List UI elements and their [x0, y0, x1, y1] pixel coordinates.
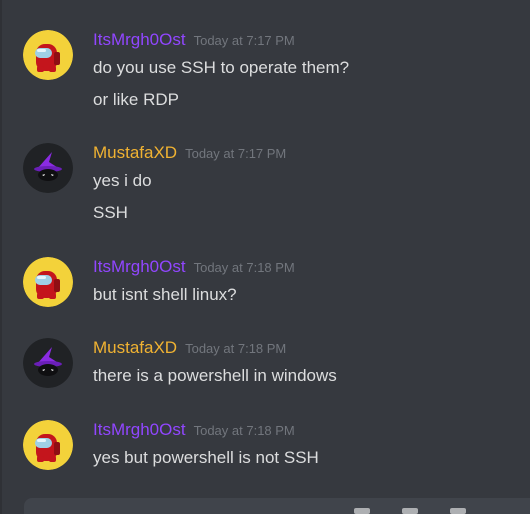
message-group: ItsMrgh0Ost Today at 7:17 PM do you use S…: [0, 28, 530, 118]
message-group: MustafaXD Today at 7:18 PM there is a pow…: [0, 336, 530, 392]
purple-wizard-hat-icon: [23, 143, 73, 193]
username[interactable]: ItsMrgh0Ost: [93, 420, 186, 439]
message-text: yes i do: [93, 171, 152, 190]
avatar[interactable]: [23, 420, 73, 470]
message-group: ItsMrgh0Ost Today at 7:18 PM but isnt she…: [0, 255, 530, 311]
message-header: ItsMrgh0Ost Today at 7:18 PM: [93, 418, 295, 442]
message-header: MustafaXD Today at 7:17 PM: [93, 141, 286, 165]
timestamp: Today at 7:18 PM: [193, 423, 295, 438]
username[interactable]: ItsMrgh0Ost: [93, 257, 186, 276]
message-text: do you use SSH to operate them?: [93, 58, 350, 77]
message-header: ItsMrgh0Ost Today at 7:18 PM: [93, 255, 295, 279]
username[interactable]: MustafaXD: [93, 338, 177, 357]
message-group: ItsMrgh0Ost Today at 7:18 PM yes but powe…: [0, 418, 530, 474]
among-us-red-crewmate-icon: [23, 420, 73, 470]
avatar[interactable]: [23, 30, 73, 80]
username[interactable]: MustafaXD: [93, 143, 177, 162]
timestamp: Today at 7:17 PM: [193, 33, 295, 48]
avatar[interactable]: [23, 338, 73, 388]
timestamp: Today at 7:18 PM: [185, 341, 287, 356]
message-text: there is a powershell in windows: [93, 366, 337, 385]
timestamp: Today at 7:18 PM: [193, 260, 295, 275]
among-us-red-crewmate-icon: [23, 257, 73, 307]
message-group: MustafaXD Today at 7:17 PM yes i do SSH: [0, 141, 530, 231]
message-input[interactable]: [24, 498, 530, 514]
purple-wizard-hat-icon: [23, 338, 73, 388]
emoji-icon[interactable]: [450, 508, 466, 514]
among-us-red-crewmate-icon: [23, 30, 73, 80]
message-text: SSH: [93, 203, 128, 222]
avatar[interactable]: [23, 257, 73, 307]
username[interactable]: ItsMrgh0Ost: [93, 30, 186, 49]
chat-log: ItsMrgh0Ost Today at 7:17 PM do you use S…: [0, 0, 530, 514]
message-header: ItsMrgh0Ost Today at 7:17 PM: [93, 28, 295, 52]
message-header: MustafaXD Today at 7:18 PM: [93, 336, 286, 360]
message-text: yes but powershell is not SSH: [93, 448, 319, 467]
message-text: or like RDP: [93, 90, 179, 109]
message-text: but isnt shell linux?: [93, 285, 237, 304]
avatar[interactable]: [23, 143, 73, 193]
timestamp: Today at 7:17 PM: [185, 146, 287, 161]
sticker-icon[interactable]: [354, 508, 370, 514]
gift-icon[interactable]: [402, 508, 418, 514]
